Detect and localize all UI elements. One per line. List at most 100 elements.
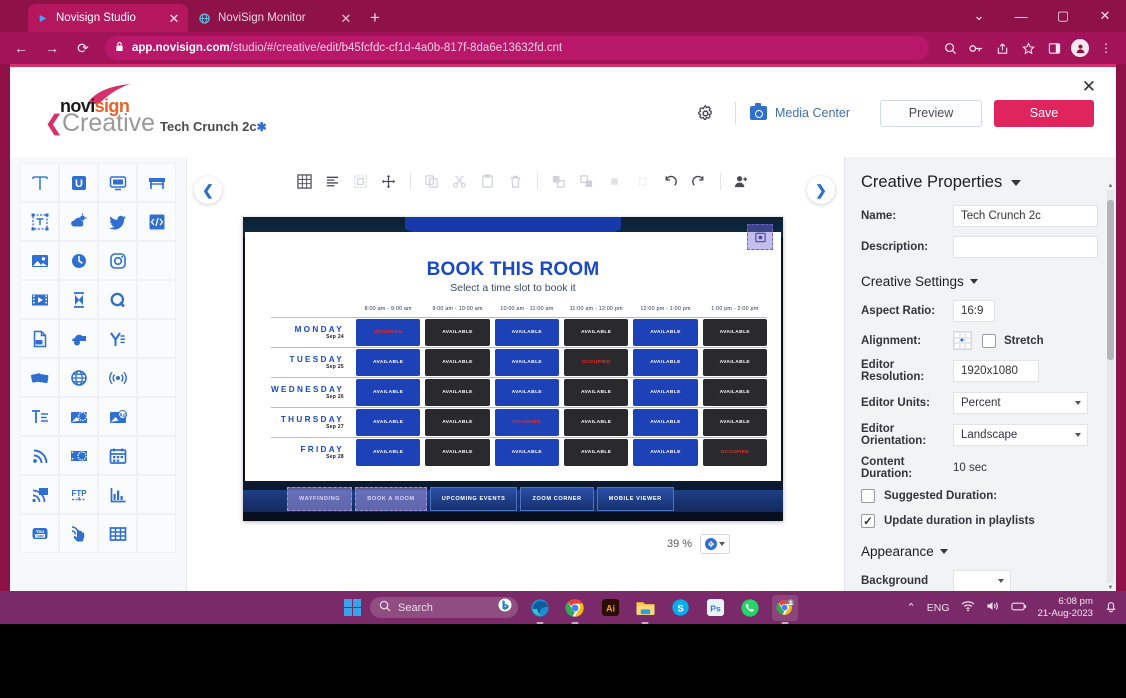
rss-icon[interactable]	[20, 436, 59, 475]
slot-cell[interactable]: AVAILABLE	[356, 349, 420, 376]
description-input[interactable]	[953, 236, 1098, 258]
user-add-icon[interactable]	[728, 168, 755, 195]
notification-bell-icon[interactable]	[1104, 599, 1118, 616]
film-globe-icon[interactable]	[59, 436, 98, 475]
slot-cell[interactable]: AVAILABLE	[703, 409, 767, 436]
table-grid-icon[interactable]	[98, 514, 137, 553]
slot-cell[interactable]: OCCUPIED	[495, 409, 559, 436]
profile-icon[interactable]	[1068, 36, 1092, 60]
slot-cell[interactable]: AVAILABLE	[356, 409, 420, 436]
align-cell-center[interactable]	[960, 338, 966, 344]
slot-cell[interactable]: OCCUPIED	[564, 349, 628, 376]
broadcast-icon[interactable]	[98, 358, 137, 397]
image-ad-icon[interactable]: Ad	[98, 397, 137, 436]
preview-button[interactable]: Preview	[880, 100, 982, 127]
tab-close-icon[interactable]: ✕	[340, 12, 352, 25]
editor-units-select[interactable]: Percent	[953, 392, 1088, 414]
yammer-icon[interactable]	[98, 319, 137, 358]
save-button[interactable]: Save	[994, 100, 1094, 127]
background-select[interactable]	[953, 570, 1011, 591]
gear-icon[interactable]	[691, 98, 721, 128]
slot-cell[interactable]: AVAILABLE	[564, 409, 628, 436]
forward-icon[interactable]: →	[39, 35, 65, 61]
editor-resolution-value[interactable]: 1920x1080	[953, 360, 1039, 382]
search-icon[interactable]	[938, 36, 962, 60]
barrier-icon[interactable]	[137, 163, 176, 202]
slot-cell[interactable]: AVAILABLE	[633, 439, 697, 466]
ftp-icon[interactable]: FTP	[59, 475, 98, 514]
text-frame-icon[interactable]	[20, 202, 59, 241]
scroll-up-icon[interactable]: ▲	[1107, 181, 1114, 190]
hourglass-icon[interactable]	[59, 280, 98, 319]
nav-tab-book-a-room[interactable]: BOOK A ROOM	[355, 487, 427, 511]
redo-icon[interactable]	[685, 168, 712, 195]
aspect-ratio-value[interactable]: 16:9	[953, 300, 995, 322]
cloud-sun-icon[interactable]	[59, 202, 98, 241]
twitter-bird-icon[interactable]	[98, 202, 137, 241]
slot-cell[interactable]: AVAILABLE	[356, 439, 420, 466]
letter-Q-icon[interactable]	[98, 280, 137, 319]
image-selected-icon[interactable]	[747, 224, 773, 250]
slot-cell[interactable]: AVAILABLE	[425, 349, 489, 376]
paste-icon[interactable]	[474, 168, 501, 195]
calendar-icon[interactable]	[98, 436, 137, 475]
pdf-file-icon[interactable]	[20, 319, 59, 358]
cloud-upload-icon[interactable]	[59, 319, 98, 358]
slot-cell[interactable]: AVAILABLE	[703, 349, 767, 376]
bar-chart-icon[interactable]	[98, 475, 137, 514]
text-T-icon[interactable]	[20, 163, 59, 202]
slot-cell[interactable]: AVAILABLE	[633, 379, 697, 406]
stretch-checkbox[interactable]	[982, 334, 996, 348]
slot-cell[interactable]: AVAILABLE	[564, 439, 628, 466]
url-bar[interactable]: app.novisign.com/studio/#/creative/edit/…	[105, 36, 929, 60]
reload-icon[interactable]: ⟳	[70, 35, 96, 61]
layer-back-icon[interactable]	[573, 168, 600, 195]
scroll-down-icon[interactable]: ▼	[1107, 583, 1114, 591]
creative-canvas[interactable]: BOOK THIS ROOM Select a time slot to boo…	[243, 217, 783, 521]
letter-U-icon[interactable]: U	[59, 163, 98, 202]
file-explorer-icon[interactable]	[632, 595, 658, 621]
tray-expand-icon[interactable]: ⌃	[907, 601, 916, 614]
sidepanel-icon[interactable]	[1042, 36, 1066, 60]
nav-tab-zoom-corner[interactable]: ZOOM CORNER	[520, 487, 593, 511]
update-duration-checkbox[interactable]: ✓	[861, 514, 875, 528]
photoshop-icon[interactable]: Ps	[702, 595, 728, 621]
window-minimize-button[interactable]: —	[1000, 0, 1042, 32]
globe-icon[interactable]	[59, 358, 98, 397]
trash-icon[interactable]	[502, 168, 529, 195]
slot-cell[interactable]: AVAILABLE	[564, 379, 628, 406]
rss-image-icon[interactable]	[20, 475, 59, 514]
new-tab-button[interactable]: +	[370, 9, 380, 26]
film-play-icon[interactable]	[20, 280, 59, 319]
text-list-icon[interactable]	[20, 397, 59, 436]
undo-icon[interactable]	[657, 168, 684, 195]
editor-orientation-select[interactable]: Landscape	[953, 424, 1088, 446]
window-close-button[interactable]: ✕	[1084, 0, 1126, 32]
browser-tab-1[interactable]: NoviSign Monitor ✕	[190, 4, 360, 32]
image-globe-icon[interactable]	[59, 397, 98, 436]
creative-settings-section[interactable]: Creative Settings	[861, 274, 1098, 289]
name-input[interactable]: Tech Crunch 2c	[953, 205, 1098, 227]
align-cell[interactable]	[965, 343, 971, 349]
suggested-duration-checkbox[interactable]	[861, 489, 875, 503]
windows-logo-icon[interactable]	[344, 599, 361, 616]
copy-icon[interactable]	[418, 168, 445, 195]
properties-scrollbar[interactable]: ▲ ▼	[1107, 190, 1114, 583]
close-icon[interactable]: ✕	[1082, 77, 1096, 97]
illustrator-icon[interactable]: Ai	[597, 595, 623, 621]
scissors-icon[interactable]	[446, 168, 473, 195]
nav-tab-mobile-viewer[interactable]: MOBILE VIEWER	[597, 487, 674, 511]
slot-cell[interactable]: AVAILABLE	[633, 409, 697, 436]
bing-icon[interactable]	[498, 598, 512, 617]
grid-icon[interactable]	[291, 168, 318, 195]
wifi-icon[interactable]	[961, 600, 975, 615]
battery-icon[interactable]	[1011, 601, 1027, 615]
clock-icon[interactable]	[59, 241, 98, 280]
share-icon[interactable]	[990, 36, 1014, 60]
star-icon[interactable]	[1016, 36, 1040, 60]
scrollbar-thumb[interactable]	[1107, 200, 1114, 360]
whatsapp-icon[interactable]	[737, 595, 763, 621]
slot-cell[interactable]: AVAILABLE	[495, 349, 559, 376]
language-indicator[interactable]: ENG	[927, 602, 950, 614]
slot-cell[interactable]: AVAILABLE	[425, 439, 489, 466]
